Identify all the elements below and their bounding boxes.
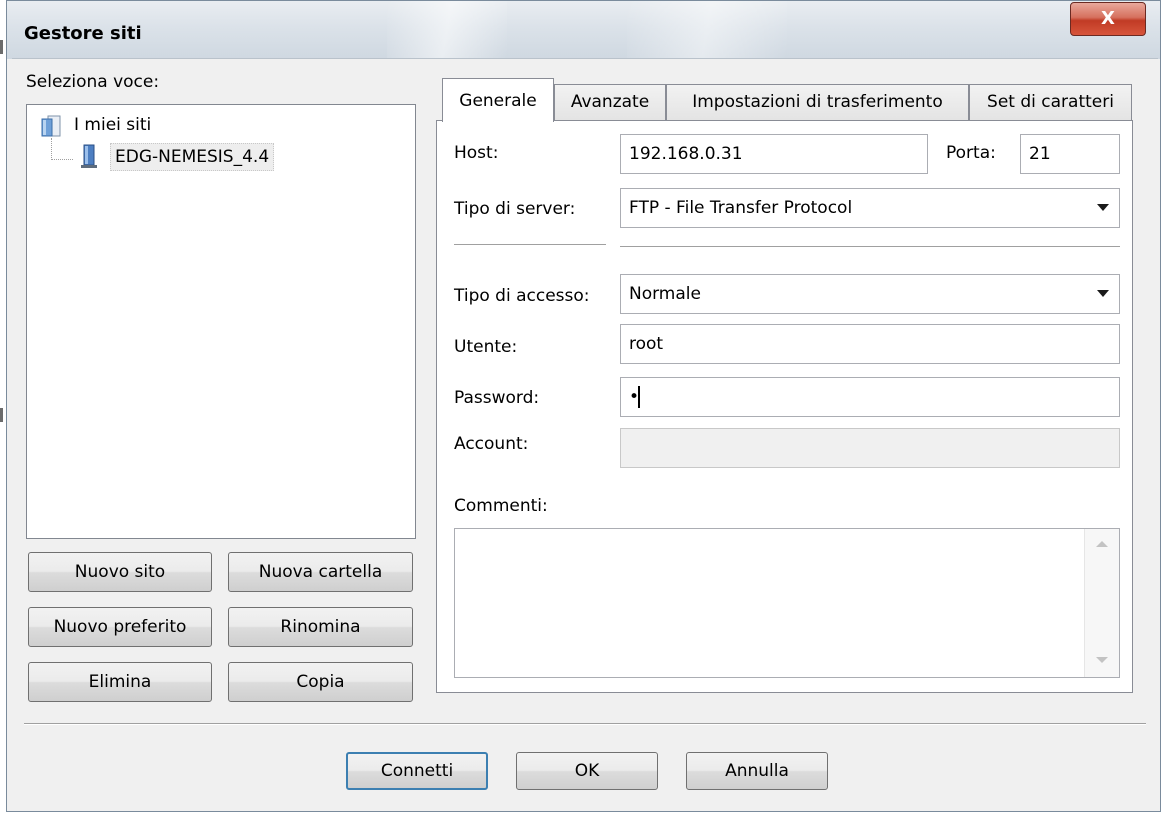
chevron-down-icon[interactable] — [1097, 204, 1109, 211]
host-label: Host: — [454, 143, 499, 163]
background-edge-mark — [0, 40, 3, 54]
server-type-label: Tipo di server: — [454, 199, 576, 219]
rename-button[interactable]: Rinomina — [228, 607, 413, 647]
tab-advanced[interactable]: Avanzate — [554, 84, 666, 120]
divider — [454, 244, 606, 245]
scroll-up-icon[interactable] — [1096, 541, 1108, 547]
host-input[interactable]: 192.168.0.31 — [620, 134, 928, 174]
chevron-down-icon[interactable] — [1097, 290, 1109, 297]
port-input[interactable]: 21 — [1020, 134, 1120, 174]
select-entry-label: Seleziona voce: — [26, 72, 160, 92]
server-type-select[interactable]: FTP - File Transfer Protocol — [620, 188, 1120, 228]
close-button[interactable]: X — [1070, 2, 1146, 36]
comments-scrollbar[interactable] — [1084, 529, 1119, 677]
tree-connector — [51, 159, 73, 160]
server-icon — [81, 144, 97, 168]
background-edge-mark — [0, 408, 3, 422]
user-input[interactable]: root — [620, 324, 1120, 364]
tab-transfer-settings[interactable]: Impostazioni di trasferimento — [666, 84, 969, 120]
logon-type-value: Normale — [629, 284, 701, 304]
title-bar — [7, 1, 1160, 59]
copy-button[interactable]: Copia — [228, 662, 413, 702]
account-input[interactable] — [620, 428, 1120, 468]
close-icon: X — [1101, 8, 1115, 29]
password-input[interactable]: • — [620, 377, 1120, 417]
cancel-button[interactable]: Annulla — [686, 752, 828, 790]
user-label: Utente: — [454, 337, 518, 357]
tree-connector — [51, 138, 52, 160]
comments-textarea[interactable] — [454, 528, 1120, 678]
delete-button[interactable]: Elimina — [28, 662, 212, 702]
port-label: Porta: — [946, 143, 996, 163]
connect-button[interactable]: Connetti — [346, 752, 488, 790]
footer-divider — [24, 723, 1146, 725]
new-folder-button[interactable]: Nuova cartella — [228, 552, 413, 592]
new-bookmark-button[interactable]: Nuovo preferito — [28, 607, 212, 647]
divider — [620, 246, 1120, 247]
ok-button[interactable]: OK — [516, 752, 658, 790]
window-title: Gestore siti — [24, 23, 142, 44]
server-type-value: FTP - File Transfer Protocol — [629, 198, 853, 218]
password-label: Password: — [454, 388, 540, 408]
logon-type-label: Tipo di accesso: — [454, 286, 590, 306]
account-label: Account: — [454, 434, 529, 454]
comments-label: Commenti: — [454, 496, 548, 516]
tree-item-my-sites[interactable]: I miei siti — [74, 115, 151, 135]
tab-charset[interactable]: Set di caratteri — [969, 84, 1132, 120]
new-site-button[interactable]: Nuovo sito — [28, 552, 212, 592]
tree-item-site[interactable]: EDG-NEMESIS_4.4 — [110, 143, 275, 171]
text-caret — [638, 386, 640, 408]
tab-general[interactable]: Generale — [442, 78, 554, 122]
scroll-down-icon[interactable] — [1096, 657, 1108, 663]
folder-icon — [41, 115, 61, 137]
logon-type-select[interactable]: Normale — [620, 274, 1120, 314]
